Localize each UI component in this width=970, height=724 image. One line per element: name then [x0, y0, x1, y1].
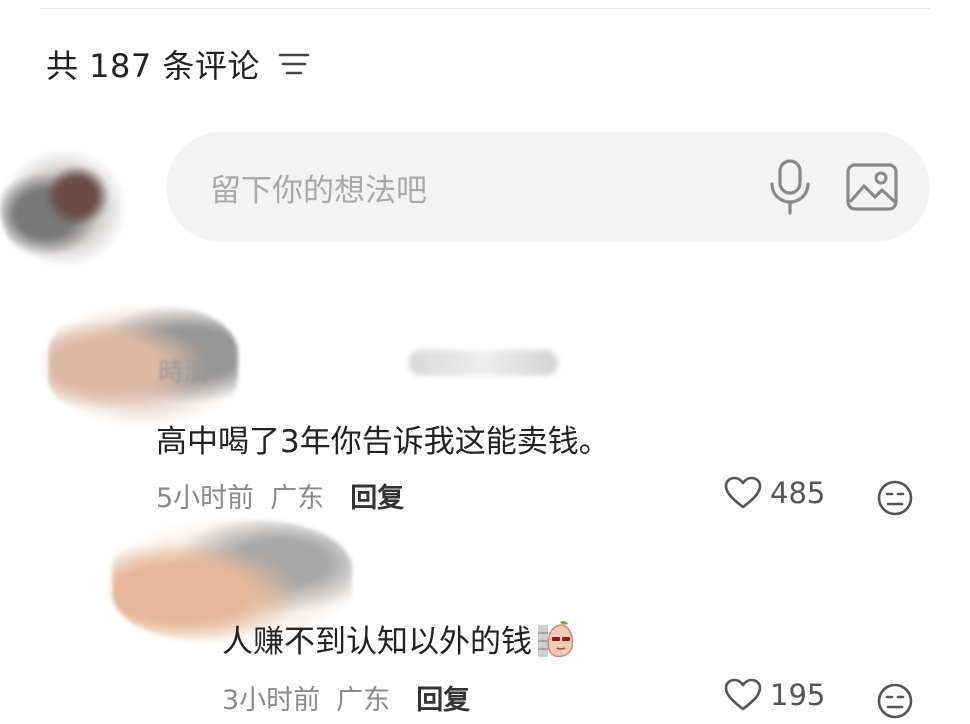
- reply-region: 广东: [336, 685, 391, 716]
- reply-meta: 3小时前 广东 回复: [222, 678, 470, 717]
- like-button[interactable]: 485: [724, 476, 825, 510]
- comments-header: 共 187 条评论: [46, 40, 310, 88]
- comment-input-placeholder: 留下你的想法吧: [210, 172, 427, 209]
- comment-username[interactable]: 時濟: [158, 352, 210, 389]
- top-divider: [40, 8, 930, 9]
- like-button[interactable]: 195: [724, 678, 825, 712]
- reply-button[interactable]: 回复: [350, 476, 404, 515]
- like-count: 195: [770, 678, 826, 712]
- neutral-face-icon: [877, 683, 913, 719]
- reply-comment: 人赚不到认知以外的钱: [222, 616, 576, 669]
- current-user-avatar[interactable]: [0, 148, 128, 268]
- comment-meta: 5小时前 广东 回复: [156, 476, 404, 515]
- like-count: 485: [770, 476, 826, 510]
- comment-text: 高中喝了3年你告诉我这能卖钱。: [156, 424, 610, 460]
- neutral-face-icon: [877, 480, 913, 516]
- voice-input-button[interactable]: [766, 157, 814, 217]
- reaction-button[interactable]: [876, 682, 914, 720]
- image-icon: [846, 163, 898, 211]
- reaction-button[interactable]: [876, 479, 914, 517]
- reply-button[interactable]: 回复: [416, 678, 470, 717]
- image-upload-button[interactable]: [844, 159, 900, 215]
- comment-time: 5小时前: [156, 483, 255, 514]
- heart-icon: [724, 678, 762, 711]
- reply-text: 人赚不到认知以外的钱: [222, 624, 532, 660]
- comment-region: 广东: [270, 483, 325, 514]
- peach-sticker-icon: [536, 619, 576, 669]
- heart-icon: [724, 476, 762, 509]
- comment-input[interactable]: 留下你的想法吧: [166, 132, 930, 242]
- user-badge: [408, 350, 558, 376]
- sort-button[interactable]: [278, 49, 310, 79]
- reply-time: 3小时前: [222, 685, 321, 716]
- microphone-icon: [770, 159, 810, 215]
- sort-lines-icon: [278, 53, 310, 75]
- comment-count-title: 共 187 条评论: [46, 47, 260, 85]
